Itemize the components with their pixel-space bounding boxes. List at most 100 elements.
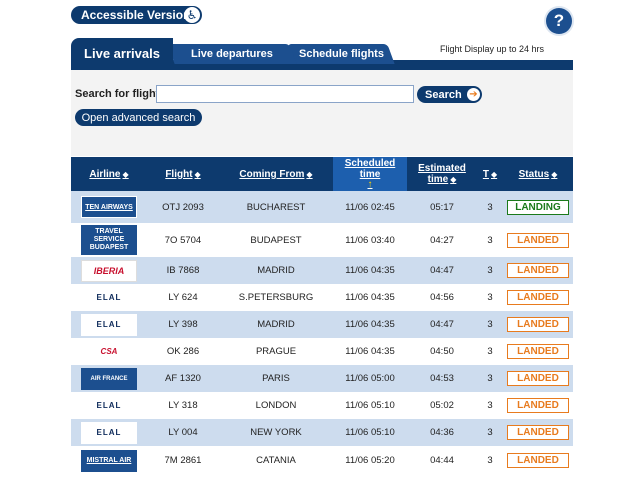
status-badge: LANDED: [507, 398, 569, 413]
col-terminal-header[interactable]: T ◆: [477, 157, 503, 191]
status-badge: LANDING: [507, 199, 569, 215]
table-row[interactable]: ELAL LY 318 LONDON 11/06 05:10 05:02 3 L…: [71, 392, 573, 419]
table-row[interactable]: TRAVEL SERVICE BUDAPEST 7O 5704 BUDAPEST…: [71, 223, 573, 257]
estimated-cell: 04:53: [407, 365, 477, 392]
status-badge: LANDED: [507, 232, 569, 248]
accessible-version-button[interactable]: Accessible Version ♿: [71, 6, 202, 24]
terminal-cell: 3: [477, 338, 503, 365]
advanced-search-button[interactable]: Open advanced search: [75, 109, 202, 126]
flight-cell: LY 398: [147, 311, 219, 338]
terminal-cell: 3: [477, 365, 503, 392]
sort-icon: ◆: [490, 169, 498, 179]
flight-header-label: Flight: [165, 168, 193, 180]
search-input[interactable]: [156, 85, 414, 103]
table-row[interactable]: ELAL LY 398 MADRID 11/06 04:35 04:47 3 L…: [71, 311, 573, 338]
search-button[interactable]: Search ➔: [417, 86, 482, 103]
airline-logo-travel-service: TRAVEL SERVICE BUDAPEST: [81, 225, 137, 255]
airline-header-label: Airline: [89, 168, 121, 180]
flight-cell: 7O 5704: [147, 223, 219, 257]
status-cell: LANDING: [503, 191, 573, 223]
origin-cell: NEW YORK: [219, 419, 333, 446]
terminal-header-label: T: [482, 168, 489, 180]
tab-arrivals-label: Live arrivals: [84, 45, 160, 61]
terminal-cell: 3: [477, 446, 503, 475]
status-cell: LANDED: [503, 257, 573, 284]
table-header-row: Airline ◆ Flight ◆ Coming From ◆ Scheduled …: [71, 157, 573, 191]
airline-cell: ELAL: [71, 311, 147, 338]
origin-cell: BUCHAREST: [219, 191, 333, 223]
scheduled-cell: 11/06 03:40: [333, 223, 407, 257]
tab-schedule-flights[interactable]: Schedule flights: [287, 44, 395, 64]
estimated-cell: 04:36: [407, 419, 477, 446]
status-cell: LANDED: [503, 392, 573, 419]
status-header-label: Status: [518, 168, 550, 180]
table-row[interactable]: MISTRAL AIR 7M 2861 CATANIA 11/06 05:20 …: [71, 446, 573, 475]
origin-cell: BUDAPEST: [219, 223, 333, 257]
sort-ascending-icon: ↑: [367, 179, 373, 190]
col-coming-from-header[interactable]: Coming From ◆: [219, 157, 333, 191]
airline-cell: TEN AIRWAYS: [71, 191, 147, 223]
flight-cell: LY 004: [147, 419, 219, 446]
airline-cell: ELAL: [71, 284, 147, 311]
estimated-header-label: Estimated: [418, 163, 466, 174]
airline-logo-csa: CSA: [81, 340, 137, 363]
estimated-cell: 04:27: [407, 223, 477, 257]
flight-cell: LY 624: [147, 284, 219, 311]
estimated-cell: 04:44: [407, 446, 477, 475]
arrow-right-icon: ➔: [467, 88, 480, 101]
scheduled-cell: 11/06 05:00: [333, 365, 407, 392]
table-row[interactable]: AIR FRANCE AF 1320 PARIS 11/06 05:00 04:…: [71, 365, 573, 392]
airline-logo-air-france: AIR FRANCE: [81, 367, 137, 390]
table-row[interactable]: ELAL LY 004 NEW YORK 11/06 05:10 04:36 3…: [71, 419, 573, 446]
col-status-header[interactable]: Status ◆: [503, 157, 573, 191]
origin-cell: S.PETERSBURG: [219, 284, 333, 311]
coming-from-header-label: Coming From: [239, 168, 305, 180]
tab-departures-label: Live departures: [191, 48, 273, 60]
tab-live-arrivals[interactable]: Live arrivals: [71, 38, 173, 68]
estimated-header-label-2: time: [427, 174, 449, 185]
status-badge: LANDED: [507, 317, 569, 332]
scheduled-cell: 11/06 05:10: [333, 419, 407, 446]
status-badge: LANDED: [507, 453, 569, 468]
flight-cell: OK 286: [147, 338, 219, 365]
col-flight-header[interactable]: Flight ◆: [147, 157, 219, 191]
search-button-label: Search: [425, 88, 462, 101]
airline-cell: MISTRAL AIR: [71, 446, 147, 475]
sort-icon: ◆: [450, 175, 457, 184]
status-badge: LANDED: [507, 425, 569, 440]
status-cell: LANDED: [503, 419, 573, 446]
table-row[interactable]: IBERIA IB 7868 MADRID 11/06 04:35 04:47 …: [71, 257, 573, 284]
origin-cell: MADRID: [219, 311, 333, 338]
tab-bar: Schedule flights Live departures Live ar…: [71, 38, 573, 70]
flight-cell: IB 7868: [147, 257, 219, 284]
tab-schedule-label: Schedule flights: [298, 48, 384, 60]
airline-logo-mistral-air: MISTRAL AIR: [81, 449, 137, 472]
origin-cell: PARIS: [219, 365, 333, 392]
table-row[interactable]: CSA OK 286 PRAGUE 11/06 04:35 04:50 3 LA…: [71, 338, 573, 365]
airline-logo-ten: TEN AIRWAYS: [81, 196, 137, 218]
table-row[interactable]: ELAL LY 624 S.PETERSBURG 11/06 04:35 04:…: [71, 284, 573, 311]
airline-cell: ELAL: [71, 419, 147, 446]
airline-cell: CSA: [71, 338, 147, 365]
col-scheduled-header[interactable]: Scheduled time ↑: [333, 157, 407, 191]
tab-live-departures[interactable]: Live departures: [167, 44, 297, 64]
estimated-cell: 04:56: [407, 284, 477, 311]
arrivals-table: Airline ◆ Flight ◆ Coming From ◆ Scheduled …: [71, 157, 573, 475]
terminal-cell: 3: [477, 419, 503, 446]
status-cell: LANDED: [503, 365, 573, 392]
help-button[interactable]: ?: [546, 8, 572, 34]
status-badge: LANDED: [507, 371, 569, 386]
estimated-cell: 04:47: [407, 311, 477, 338]
terminal-cell: 3: [477, 311, 503, 338]
estimated-cell: 05:02: [407, 392, 477, 419]
col-airline-header[interactable]: Airline ◆: [71, 157, 147, 191]
airline-logo-elal: ELAL: [81, 313, 137, 336]
sort-icon: ◆: [551, 169, 558, 179]
table-row[interactable]: TEN AIRWAYS OTJ 2093 BUCHAREST 11/06 02:…: [71, 191, 573, 223]
search-label: Search for flight: [75, 88, 160, 100]
estimated-cell: 04:50: [407, 338, 477, 365]
wheelchair-icon: ♿: [184, 7, 200, 23]
airline-cell: AIR FRANCE: [71, 365, 147, 392]
status-cell: LANDED: [503, 446, 573, 475]
col-estimated-header[interactable]: Estimated time ◆: [407, 157, 477, 191]
